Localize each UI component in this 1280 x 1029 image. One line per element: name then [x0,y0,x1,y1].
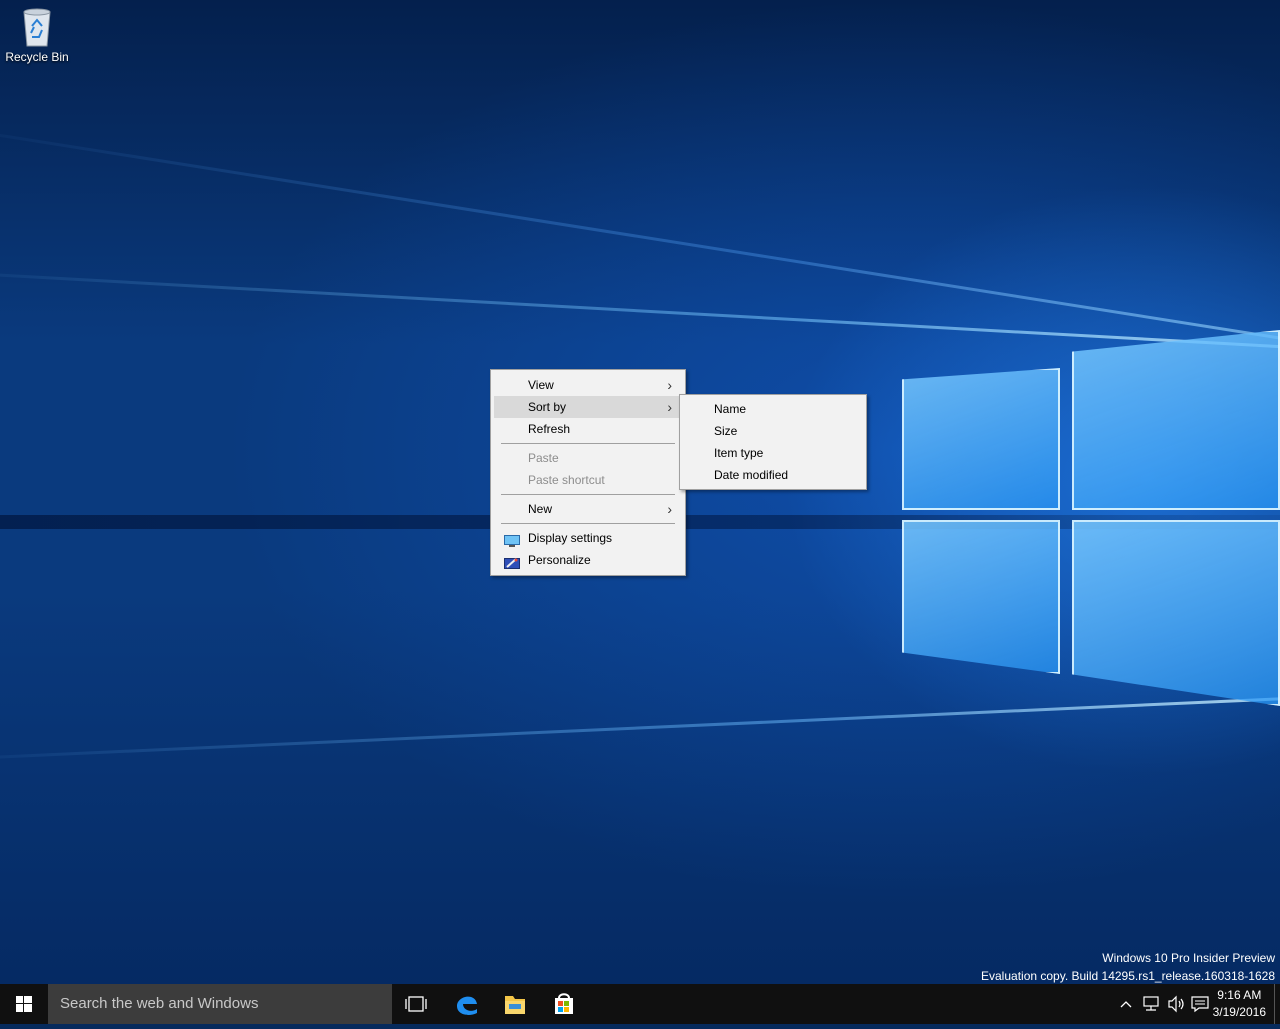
sort-by-submenu: Name Size Item type Date modified [679,394,867,490]
file-explorer-icon [505,996,525,1014]
menu-item-label: Date modified [714,468,789,482]
windows-logo-icon [16,996,32,1012]
wallpaper-beam [0,118,1280,356]
recycle-bin-icon [20,6,54,48]
edge-icon [457,996,477,1015]
recycle-bin-desktop-icon[interactable]: Recycle Bin [4,6,70,64]
wallpaper-beam [0,268,1280,355]
chevron-right-icon: › [667,377,672,393]
recycle-bin-label: Recycle Bin [5,50,69,64]
menu-item-paste: Paste [494,447,682,469]
menu-item-view[interactable]: View › [494,374,682,396]
menu-separator [501,494,675,495]
wallpaper-pane [902,368,1060,510]
menu-item-label: Size [714,424,738,438]
menu-item-label: New [528,502,553,516]
clock[interactable]: 9:16 AM 3/19/2016 [1213,987,1266,1021]
wallpaper-pane [1072,330,1280,510]
watermark-edition: Windows 10 Pro Insider Preview [1102,951,1275,965]
menu-item-label: Refresh [528,422,571,436]
wallpaper-pane [902,520,1060,674]
sort-by-name[interactable]: Name [680,398,866,420]
store-button[interactable] [540,984,588,1024]
menu-item-label: Item type [714,446,764,460]
menu-item-refresh[interactable]: Refresh [494,418,682,440]
menu-item-label: Paste [528,451,559,465]
sort-by-date-modified[interactable]: Date modified [680,464,866,486]
wallpaper-pane [1072,520,1280,706]
menu-item-display-settings[interactable]: Display settings [494,527,682,549]
task-view-button[interactable] [392,984,440,1024]
wallpaper-beam [0,691,1280,763]
clock-time: 9:16 AM [1217,988,1262,1002]
action-center-icon[interactable] [1190,995,1210,1013]
volume-icon[interactable] [1166,995,1186,1013]
sort-by-item-type[interactable]: Item type [680,442,866,464]
edge-button[interactable] [443,984,491,1024]
display-settings-icon [504,532,520,547]
search-placeholder: Search the web and Windows [60,995,259,1012]
file-explorer-button[interactable] [491,984,539,1024]
desktop-context-menu: View › Sort by › Refresh Paste Paste sho… [490,369,686,576]
network-icon[interactable] [1141,995,1161,1013]
system-tray [1114,984,1214,1024]
chevron-up-icon[interactable] [1118,996,1134,1012]
task-view-icon [405,996,427,1012]
menu-item-label: View [528,378,554,392]
search-box[interactable]: Search the web and Windows [48,984,392,1024]
menu-item-label: Display settings [528,531,613,545]
sort-by-size[interactable]: Size [680,420,866,442]
menu-item-label: Name [714,402,747,416]
watermark-build: Evaluation copy. Build 14295.rs1_release… [981,969,1275,983]
evaluation-watermark: Windows 10 Pro Insider Preview Evaluatio… [981,949,1275,985]
menu-item-label: Sort by [528,400,567,414]
menu-item-new[interactable]: New › [494,498,682,520]
menu-item-paste-shortcut: Paste shortcut [494,469,682,491]
show-desktop-button[interactable] [1274,984,1280,1024]
menu-separator [501,523,675,524]
start-button[interactable] [0,984,48,1024]
chevron-right-icon: › [667,501,672,517]
personalize-icon [504,554,520,569]
taskbar: Search the web and Windows 9:16 AM 3/19/… [0,984,1280,1024]
menu-item-personalize[interactable]: Personalize [494,549,682,571]
menu-item-label: Paste shortcut [528,473,605,487]
store-icon [555,993,573,1014]
menu-separator [501,443,675,444]
menu-item-sort-by[interactable]: Sort by › [494,396,682,418]
menu-item-label: Personalize [528,553,591,567]
clock-date: 3/19/2016 [1212,1005,1266,1019]
chevron-right-icon: › [667,399,672,415]
